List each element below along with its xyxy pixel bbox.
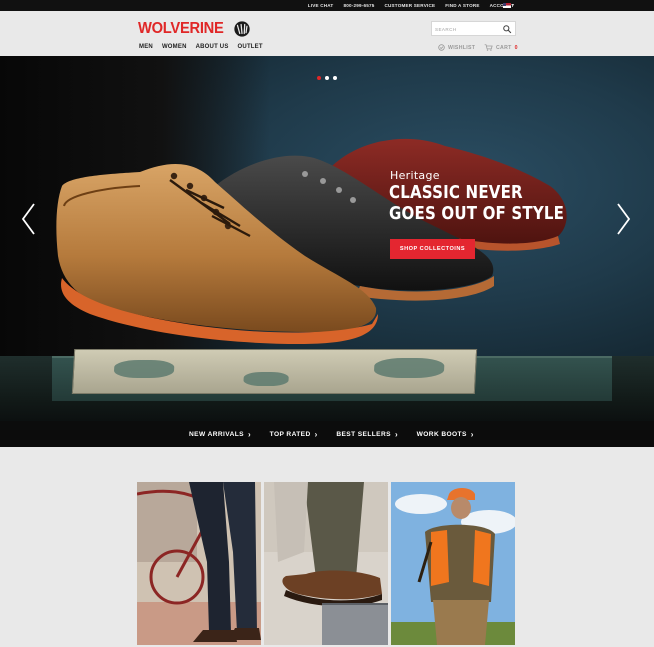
- live-chat-link[interactable]: LIVE CHAT: [308, 3, 334, 8]
- chevron-right-icon: ›: [247, 429, 251, 439]
- slide-indicators: [317, 76, 337, 80]
- phone-link[interactable]: 800-299-6575: [343, 3, 374, 8]
- chevron-right-icon: ›: [470, 429, 474, 439]
- nav-men[interactable]: MEN: [139, 44, 153, 50]
- wishlist-label: WISHLIST: [448, 44, 476, 51]
- promo-tile-1[interactable]: [137, 482, 261, 645]
- cart-link[interactable]: CART 0: [484, 44, 518, 51]
- wolverine-logo[interactable]: WOLVERINE: [138, 20, 251, 38]
- logo-wordmark: WOLVERINE: [138, 20, 224, 37]
- category-links: NEW ARRIVALS › TOP RATED › BEST SELLERS …: [189, 421, 473, 447]
- work-boot-step-image: [264, 482, 388, 645]
- category-bar: NEW ARRIVALS › TOP RATED › BEST SELLERS …: [0, 421, 654, 447]
- hero-shoes-image: [56, 138, 567, 344]
- shop-collections-button[interactable]: SHOP COLLECTOINS: [390, 239, 475, 259]
- jeans-bicycle-image: [137, 482, 261, 645]
- chevron-right-icon: ›: [314, 429, 318, 439]
- hero-eyebrow: Heritage: [390, 169, 440, 182]
- hero-banner: Heritage CLASSIC NEVER GOES OUT OF STYLE…: [0, 56, 654, 421]
- nav-women[interactable]: WOMEN: [162, 44, 187, 50]
- chevron-left-icon[interactable]: [20, 202, 36, 236]
- chevron-down-icon: ▾: [512, 2, 515, 7]
- search-input[interactable]: [435, 24, 501, 34]
- wolverine-claw-icon: [234, 21, 250, 37]
- cart-icon: [484, 44, 493, 51]
- customer-service-link[interactable]: CUSTOMER SERVICE: [384, 3, 435, 8]
- nav-outlet[interactable]: OUTLET: [238, 44, 263, 50]
- chevron-right-icon: ›: [394, 429, 398, 439]
- search-icon[interactable]: [502, 24, 512, 34]
- cart-count: 0: [514, 44, 518, 51]
- search-box: [431, 21, 516, 36]
- category-top-rated[interactable]: TOP RATED ›: [270, 430, 318, 439]
- slide-dot-3[interactable]: [333, 76, 337, 80]
- category-new-arrivals[interactable]: NEW ARRIVALS ›: [189, 430, 251, 439]
- category-work-boots[interactable]: WORK BOOTS ›: [417, 430, 474, 439]
- category-best-sellers[interactable]: BEST SELLERS ›: [336, 430, 397, 439]
- chevron-right-icon[interactable]: [616, 202, 632, 236]
- promo-tile-2[interactable]: [264, 482, 388, 645]
- utility-links: LIVE CHAT 800-299-6575 CUSTOMER SERVICE …: [308, 0, 514, 11]
- promo-tile-3[interactable]: [391, 482, 515, 645]
- cart-label: CART: [496, 44, 512, 51]
- slide-dot-2[interactable]: [325, 76, 329, 80]
- promo-tiles: [137, 482, 515, 645]
- main-nav: MEN WOMEN ABOUT US OUTLET: [139, 44, 263, 50]
- nav-about-us[interactable]: ABOUT US: [196, 44, 229, 50]
- category-label: WORK BOOTS: [416, 430, 467, 438]
- wishlist-link[interactable]: WISHLIST: [438, 44, 475, 51]
- category-label: NEW ARRIVALS: [189, 430, 244, 438]
- category-label: BEST SELLERS: [336, 430, 391, 438]
- slide-dot-1[interactable]: [317, 76, 321, 80]
- wishlist-check-icon: [438, 44, 445, 51]
- hero-headline: CLASSIC NEVER GOES OUT OF STYLE: [389, 183, 565, 224]
- site-header: WOLVERINE MEN WOMEN ABOUT US OUTLET WISH…: [0, 11, 654, 56]
- category-label: TOP RATED: [269, 430, 311, 438]
- utility-bar: LIVE CHAT 800-299-6575 CUSTOMER SERVICE …: [0, 0, 654, 11]
- us-flag-icon[interactable]: [503, 3, 511, 8]
- hunter-orange-vest-image: [391, 482, 515, 645]
- find-a-store-link[interactable]: FIND A STORE: [445, 3, 479, 8]
